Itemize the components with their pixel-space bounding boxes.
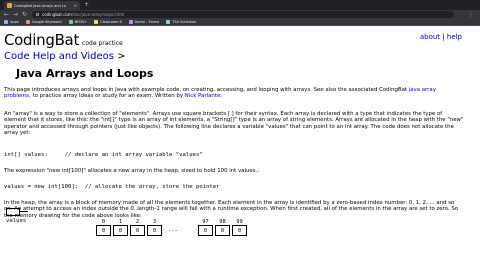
values-variable-box xyxy=(6,208,20,216)
bookmark-label: Home - Forms xyxy=(134,20,160,24)
url-path: /doc/java-array-loops.html xyxy=(71,12,125,17)
browser-tabstrip: CodingBat Java Arrays and Lo × + xyxy=(0,0,480,10)
bookmark-favicon-icon xyxy=(68,20,73,24)
array-cell: 0 xyxy=(96,225,111,236)
url-text: codingbat.com/doc/java-array-loops.html xyxy=(42,12,124,17)
logo-tagline: code practice xyxy=(82,40,123,47)
address-bar[interactable]: codingbat.com/doc/java-array-loops.html xyxy=(32,11,454,18)
array-cell: 0 xyxy=(113,225,128,236)
bookmark-label: BYOD+ xyxy=(74,20,88,24)
bookmark-item[interactable]: Home - Forms xyxy=(128,20,160,24)
url-host: codingbat.com xyxy=(42,12,72,17)
new-tab-icon[interactable]: + xyxy=(84,1,89,9)
author-link[interactable]: Nick Parlante xyxy=(185,93,221,99)
expression-paragraph: The expression "new int[100]" allocates … xyxy=(4,168,260,174)
bookmark-favicon-icon xyxy=(166,20,171,24)
bookmark-item[interactable]: TSA Schedule xyxy=(166,20,196,24)
tab-close-icon[interactable]: × xyxy=(74,3,77,8)
values-variable-label: values xyxy=(6,218,27,224)
bookmark-label: Apps xyxy=(10,20,19,24)
back-icon[interactable]: ← xyxy=(4,10,9,19)
breadcrumb: Code Help and Videos > xyxy=(4,51,126,62)
browser-tab[interactable]: CodingBat Java Arrays and Lo × xyxy=(4,1,80,10)
top-links: about | help xyxy=(420,33,462,41)
array-cell: 0 xyxy=(147,225,162,236)
intro-paragraph: This page introduces arrays and loops in… xyxy=(4,87,464,100)
pointer-arrow xyxy=(20,211,28,212)
code-allocate: values = new int[100]; // allocate the a… xyxy=(4,184,220,190)
bookmark-label: Classroom 6 xyxy=(100,20,122,24)
breadcrumb-separator: > xyxy=(113,51,126,62)
bookmark-favicon-icon xyxy=(94,20,99,24)
intro-text-1: This page introduces arrays and loops in… xyxy=(4,87,409,93)
code-declare: int[] values; // declare an int array va… xyxy=(4,152,203,158)
browser-toolbar: ← → ↻ codingbat.com/doc/java-array-loops… xyxy=(0,10,480,19)
bookmark-favicon-icon xyxy=(25,20,30,24)
top-links-separator: | xyxy=(440,33,447,41)
breadcrumb-link[interactable]: Code Help and Videos xyxy=(4,51,114,62)
codingbat-favicon-icon xyxy=(7,3,12,8)
site-logo[interactable]: CodingBat code practice xyxy=(4,31,123,49)
array-cell: 0 xyxy=(215,225,230,236)
array-cell: 0 xyxy=(198,225,213,236)
forward-icon[interactable]: → xyxy=(13,10,18,19)
bookmark-favicon-icon xyxy=(128,20,133,24)
arrays-paragraph: An "array" is a way to store a collectio… xyxy=(4,111,464,137)
bookmark-label: Google Keyboard xyxy=(31,20,62,24)
logo-text: CodingBat xyxy=(4,31,80,49)
help-link[interactable]: help xyxy=(447,33,462,41)
array-ellipsis: ... xyxy=(168,227,178,233)
array-memory-diagram: values 0 0 1 0 2 0 3 0 97 0 98 0 99 0... xyxy=(0,206,480,243)
bookmark-favicon-icon xyxy=(4,20,8,24)
reload-icon[interactable]: ↻ xyxy=(22,10,27,19)
browser-menu-icon[interactable]: ⋮ xyxy=(468,10,474,19)
bookmark-label: TSA Schedule xyxy=(172,20,197,24)
bookmark-item[interactable]: Apps xyxy=(4,20,19,24)
bookmark-item[interactable]: Classroom 6 xyxy=(94,20,122,24)
bookmark-item[interactable]: BYOD+ xyxy=(68,20,88,24)
bookmarks-bar: Apps Google Keyboard BYOD+ Classroom 6 Home … xyxy=(0,19,480,26)
page-title: Java Arrays and Loops xyxy=(16,67,154,80)
array-cell: 0 xyxy=(232,225,247,236)
array-cell: 0 xyxy=(130,225,145,236)
bookmark-item[interactable]: Google Keyboard xyxy=(25,20,62,24)
lock-icon xyxy=(36,13,39,16)
intro-text-3: . xyxy=(220,93,222,100)
tab-title: CodingBat Java Arrays and Lo xyxy=(14,3,66,8)
about-link[interactable]: about xyxy=(420,33,440,41)
intro-text-2: , to practice array ideas or study for a… xyxy=(29,93,185,100)
